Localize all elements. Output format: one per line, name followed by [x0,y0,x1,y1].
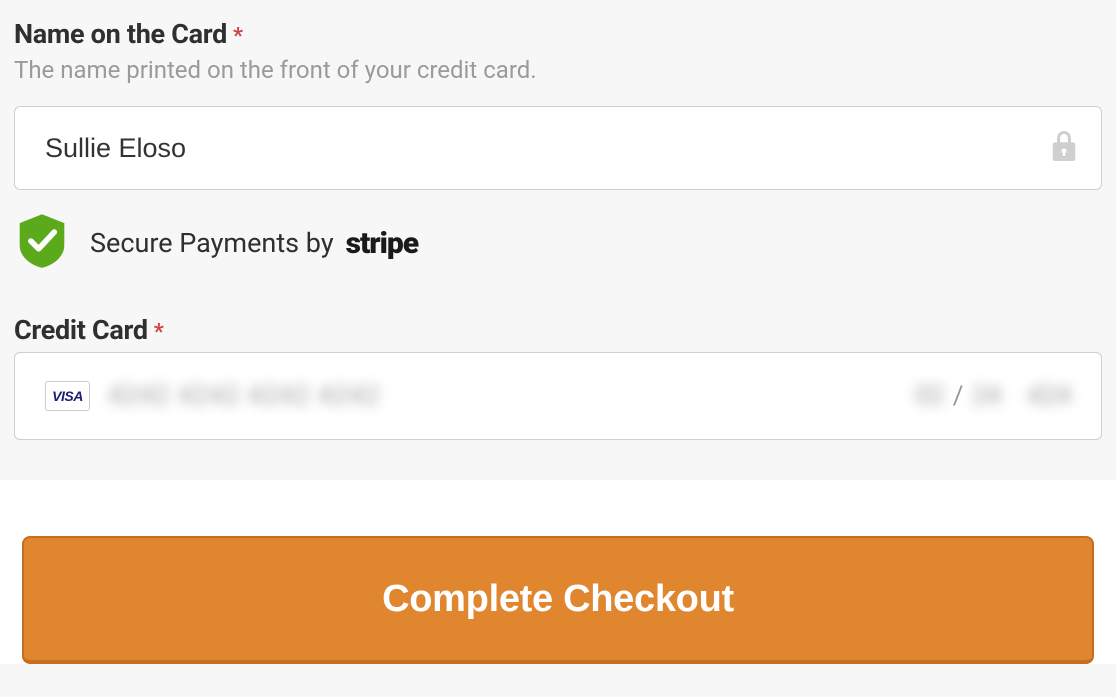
payment-fields-section: Name on the Card * The name printed on t… [0,0,1116,480]
name-on-card-input-wrapper[interactable] [14,106,1102,190]
label-text: Credit Card [14,314,148,346]
required-asterisk: * [154,320,164,345]
secure-text-label: Secure Payments by [90,227,334,259]
card-brand-icon: VISA [45,381,90,411]
exp-month: 02 [915,381,944,411]
exp-year: 24 [972,381,1001,411]
exp-separator: / [951,381,966,411]
card-extra: 02 / 24 424 [915,381,1071,411]
submit-section: Complete Checkout [0,480,1116,664]
stripe-logo: stripe [346,226,419,261]
credit-card-input[interactable]: VISA 4242 4242 4242 4242 02 / 24 424 [14,352,1102,440]
cvc-masked: 424 [1027,381,1071,411]
required-asterisk: * [233,24,243,49]
credit-card-label: Credit Card * [14,314,1102,346]
card-number-masked: 4242 4242 4242 4242 [108,381,897,411]
name-on-card-label: Name on the Card * [14,18,1102,50]
name-on-card-input[interactable] [45,133,1071,164]
shield-check-icon [14,212,70,274]
secure-payments-text: Secure Payments by stripe [90,226,418,261]
lock-icon [1049,128,1079,168]
complete-checkout-button[interactable]: Complete Checkout [22,536,1094,664]
secure-payments-row: Secure Payments by stripe [14,212,1102,274]
card-brand-text: VISA [52,388,83,404]
label-text: Name on the Card [14,18,227,50]
name-on-card-help: The name printed on the front of your cr… [14,56,1102,84]
